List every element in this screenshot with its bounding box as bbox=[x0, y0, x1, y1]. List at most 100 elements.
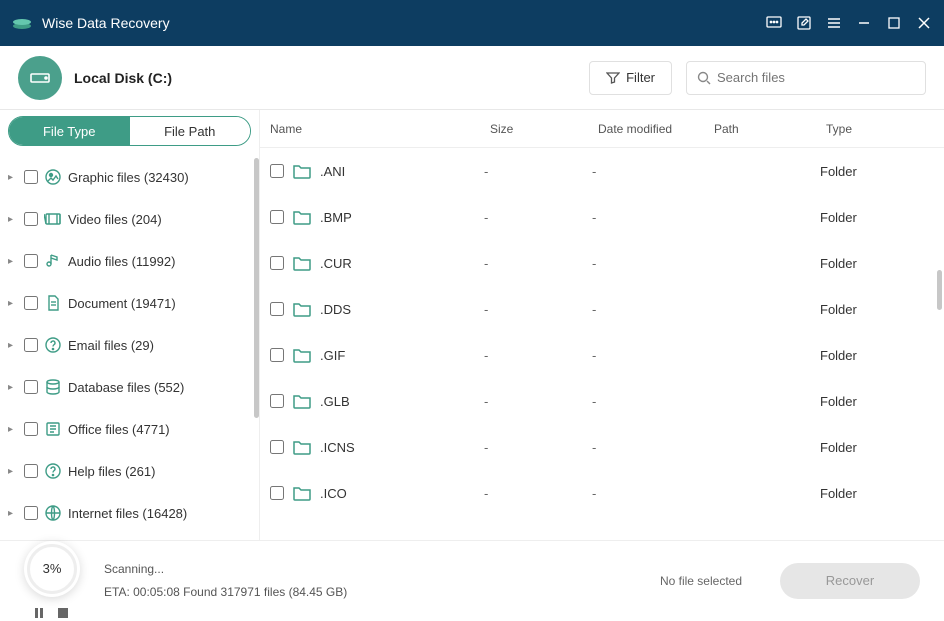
selection-status: No file selected bbox=[660, 574, 742, 588]
row-name: .BMP bbox=[320, 210, 352, 225]
category-item[interactable]: ▸ Email files (29) bbox=[0, 324, 259, 366]
row-checkbox[interactable] bbox=[270, 394, 284, 408]
category-item[interactable]: ▸ Audio files (11992) bbox=[0, 240, 259, 282]
chevron-right-icon: ▸ bbox=[8, 214, 18, 225]
scanning-label: Scanning... bbox=[104, 558, 347, 581]
row-name: .CUR bbox=[320, 256, 352, 271]
chevron-right-icon: ▸ bbox=[8, 424, 18, 435]
row-date: - bbox=[592, 302, 708, 317]
category-checkbox[interactable] bbox=[24, 464, 38, 478]
category-tree[interactable]: ▸ Graphic files (32430)▸ Video files (20… bbox=[0, 156, 259, 540]
category-item[interactable]: ▸ Graphic files (32430) bbox=[0, 156, 259, 198]
file-row[interactable]: .GIF - - Folder bbox=[260, 332, 944, 378]
toolbar: Local Disk (C:) Filter bbox=[0, 46, 944, 110]
recover-button[interactable]: Recover bbox=[780, 563, 920, 599]
col-path[interactable]: Path bbox=[714, 122, 826, 136]
row-checkbox[interactable] bbox=[270, 164, 284, 178]
file-row[interactable]: .ICO - - Folder bbox=[260, 470, 944, 516]
category-item[interactable]: ▸ Database files (552) bbox=[0, 366, 259, 408]
category-checkbox[interactable] bbox=[24, 212, 38, 226]
toggle-file-type[interactable]: File Type bbox=[9, 117, 130, 145]
drive-selector[interactable]: Local Disk (C:) bbox=[18, 56, 172, 100]
category-item[interactable]: ▸ Help files (261) bbox=[0, 450, 259, 492]
close-icon[interactable] bbox=[916, 15, 932, 31]
category-checkbox[interactable] bbox=[24, 506, 38, 520]
category-label: Database files (552) bbox=[68, 380, 184, 395]
chevron-right-icon: ▸ bbox=[8, 298, 18, 309]
row-size: - bbox=[484, 256, 592, 271]
col-type[interactable]: Type bbox=[826, 122, 944, 136]
feedback-icon[interactable] bbox=[766, 15, 782, 31]
category-item[interactable]: ▸ Document (19471) bbox=[0, 282, 259, 324]
row-checkbox[interactable] bbox=[270, 302, 284, 316]
category-item[interactable]: ▸ Office files (4771) bbox=[0, 408, 259, 450]
row-checkbox[interactable] bbox=[270, 486, 284, 500]
search-input[interactable] bbox=[717, 70, 915, 85]
column-headers: Name Size Date modified Path Type bbox=[260, 110, 944, 148]
maximize-icon[interactable] bbox=[886, 15, 902, 31]
row-date: - bbox=[592, 348, 708, 363]
folder-icon bbox=[292, 392, 312, 410]
eta-label: ETA: 00:05:08 Found 317971 files (84.45 … bbox=[104, 581, 347, 604]
edit-icon[interactable] bbox=[796, 15, 812, 31]
chevron-right-icon: ▸ bbox=[8, 382, 18, 393]
status-bar: 3% Scanning... ETA: 00:05:08 Found 31797… bbox=[0, 540, 944, 620]
category-label: Graphic files (32430) bbox=[68, 170, 189, 185]
category-label: Document (19471) bbox=[68, 296, 176, 311]
category-label: Office files (4771) bbox=[68, 422, 170, 437]
file-rows[interactable]: .ANI - - Folder .BMP - - Folder .CUR - -… bbox=[260, 148, 944, 540]
category-checkbox[interactable] bbox=[24, 170, 38, 184]
category-item[interactable]: ▸ Video files (204) bbox=[0, 198, 259, 240]
progress-percent: 3% bbox=[43, 561, 62, 576]
app-logo-icon bbox=[12, 16, 32, 30]
file-row[interactable]: .CUR - - Folder bbox=[260, 240, 944, 286]
row-size: - bbox=[484, 394, 592, 409]
filter-icon bbox=[606, 71, 620, 85]
category-checkbox[interactable] bbox=[24, 422, 38, 436]
file-row[interactable]: .ICNS - - Folder bbox=[260, 424, 944, 470]
col-date[interactable]: Date modified bbox=[598, 122, 714, 136]
category-checkbox[interactable] bbox=[24, 254, 38, 268]
window-controls bbox=[766, 15, 932, 31]
chevron-right-icon: ▸ bbox=[8, 256, 18, 267]
toggle-file-path[interactable]: File Path bbox=[130, 117, 251, 145]
help-icon bbox=[44, 336, 62, 354]
row-name: .ICO bbox=[320, 486, 347, 501]
category-item[interactable]: ▸ Internet files (16428) bbox=[0, 492, 259, 534]
file-row[interactable]: .ANI - - Folder bbox=[260, 148, 944, 194]
file-row[interactable]: .BMP - - Folder bbox=[260, 194, 944, 240]
chevron-right-icon: ▸ bbox=[8, 466, 18, 477]
category-checkbox[interactable] bbox=[24, 380, 38, 394]
file-row[interactable]: .GLB - - Folder bbox=[260, 378, 944, 424]
category-checkbox[interactable] bbox=[24, 296, 38, 310]
minimize-icon[interactable] bbox=[856, 15, 872, 31]
view-toggle: File Type File Path bbox=[8, 116, 251, 146]
folder-icon bbox=[292, 208, 312, 226]
help-icon bbox=[44, 462, 62, 480]
row-date: - bbox=[592, 486, 708, 501]
filter-button[interactable]: Filter bbox=[589, 61, 672, 95]
row-size: - bbox=[484, 486, 592, 501]
row-size: - bbox=[484, 302, 592, 317]
col-name[interactable]: Name bbox=[260, 122, 490, 136]
row-checkbox[interactable] bbox=[270, 256, 284, 270]
row-size: - bbox=[484, 210, 592, 225]
stop-icon[interactable] bbox=[57, 607, 71, 621]
category-checkbox[interactable] bbox=[24, 338, 38, 352]
sidebar-scrollbar[interactable] bbox=[254, 158, 259, 418]
file-row[interactable]: .DDS - - Folder bbox=[260, 286, 944, 332]
row-name: .GLB bbox=[320, 394, 350, 409]
folder-icon bbox=[292, 346, 312, 364]
row-type: Folder bbox=[820, 440, 944, 455]
folder-icon bbox=[292, 162, 312, 180]
audio-icon bbox=[44, 252, 62, 270]
content-scrollbar[interactable] bbox=[937, 270, 942, 310]
folder-icon bbox=[292, 254, 312, 272]
pause-icon[interactable] bbox=[33, 607, 47, 621]
row-checkbox[interactable] bbox=[270, 440, 284, 454]
row-checkbox[interactable] bbox=[270, 348, 284, 362]
col-size[interactable]: Size bbox=[490, 122, 598, 136]
menu-icon[interactable] bbox=[826, 15, 842, 31]
row-checkbox[interactable] bbox=[270, 210, 284, 224]
search-box[interactable] bbox=[686, 61, 926, 95]
